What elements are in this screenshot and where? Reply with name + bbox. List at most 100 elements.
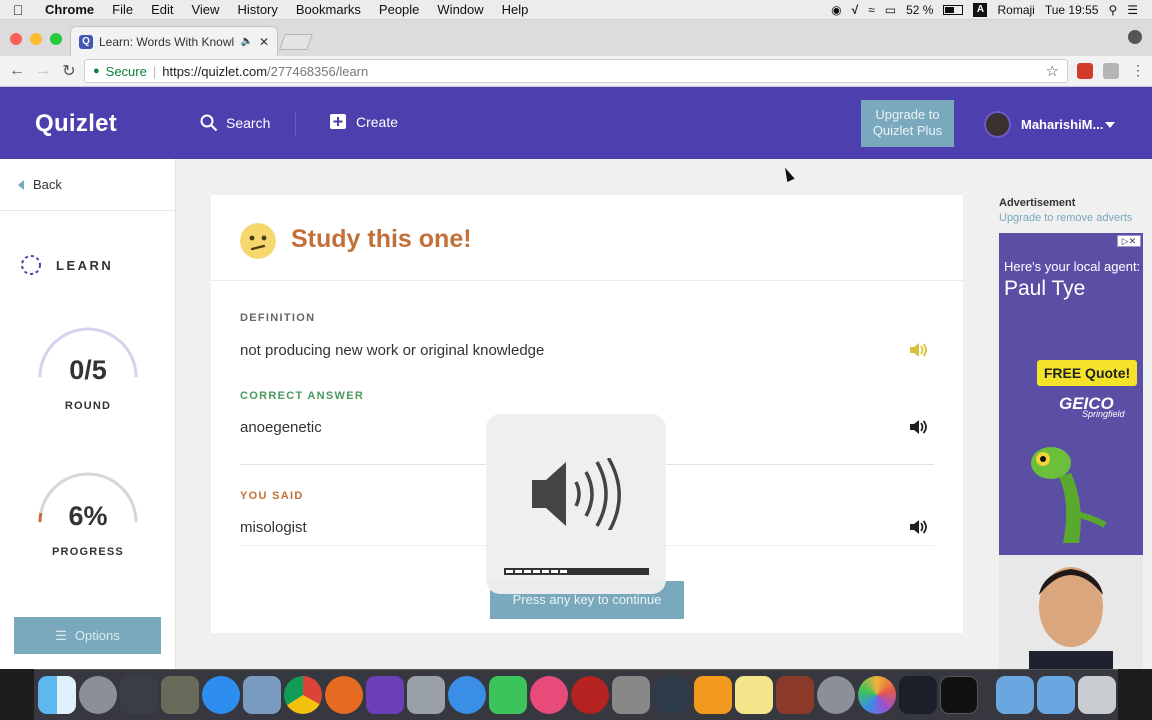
advertisement-banner[interactable]: ▷✕ Here's your local agent: Paul Tye FRE… bbox=[999, 233, 1143, 669]
correct-answer-speaker-icon[interactable] bbox=[908, 418, 928, 436]
username[interactable]: MaharishiM... bbox=[1021, 117, 1103, 132]
ibooks-icon[interactable] bbox=[694, 676, 732, 714]
facetime-icon[interactable] bbox=[489, 676, 527, 714]
tab-title: Learn: Words With Knowled bbox=[99, 34, 235, 49]
correct-answer-text: anoegenetic bbox=[240, 419, 322, 436]
chrome-icon[interactable] bbox=[284, 676, 322, 714]
input-source-label[interactable]: Romaji bbox=[997, 3, 1034, 17]
volume-hud bbox=[486, 414, 666, 594]
you-said-label: YOU SAID bbox=[240, 490, 304, 502]
xcode-tools-icon[interactable] bbox=[407, 676, 445, 714]
back-link[interactable]: Back bbox=[18, 177, 62, 192]
input-source-icon[interactable]: A bbox=[973, 2, 988, 17]
bookmark-star-icon[interactable]: ☆ bbox=[1046, 62, 1059, 80]
quizlet-favicon: Q bbox=[79, 34, 93, 49]
kindle-icon[interactable] bbox=[899, 676, 937, 714]
back-arrow-icon[interactable]: ← bbox=[4, 62, 30, 80]
ad-line-1: Here's your local agent: bbox=[1004, 259, 1141, 274]
user-avatar[interactable] bbox=[984, 111, 1011, 138]
gimp-icon[interactable] bbox=[161, 676, 199, 714]
upgrade-line-2: Quizlet Plus bbox=[872, 123, 943, 138]
gecko-image bbox=[1031, 447, 1107, 543]
ad-quote-button[interactable]: FREE Quote! bbox=[1037, 360, 1137, 386]
preview-icon[interactable] bbox=[243, 676, 281, 714]
ad-label: Advertisement bbox=[999, 197, 1076, 209]
clock[interactable]: Tue 19:55 bbox=[1045, 3, 1099, 17]
search-label: Search bbox=[226, 115, 271, 131]
menu-people[interactable]: People bbox=[370, 2, 428, 17]
terminal-icon[interactable] bbox=[940, 676, 978, 714]
spotlight-icon[interactable]: ⚲ bbox=[1108, 3, 1117, 17]
downloads-folder-icon[interactable] bbox=[1037, 676, 1075, 714]
search-icon bbox=[200, 114, 218, 132]
reload-icon[interactable]: ↻ bbox=[56, 61, 82, 81]
quizlet-logo[interactable]: Quizlet bbox=[35, 110, 117, 138]
imovie-icon[interactable] bbox=[366, 676, 404, 714]
you-said-text: misologist bbox=[240, 519, 307, 536]
launchpad-icon[interactable] bbox=[79, 676, 117, 714]
safari-icon[interactable] bbox=[448, 676, 486, 714]
menu-history[interactable]: History bbox=[228, 2, 286, 17]
battery-percent[interactable]: 52 % bbox=[906, 3, 933, 17]
apple-menu-icon[interactable]:  bbox=[0, 2, 36, 18]
search-nav[interactable]: Search bbox=[200, 114, 270, 132]
record-icon[interactable]: ◉ bbox=[831, 3, 841, 17]
extension-youtube-icon[interactable] bbox=[1077, 63, 1093, 79]
evernote-dock-icon[interactable] bbox=[571, 676, 609, 714]
chevron-down-icon[interactable] bbox=[1105, 122, 1115, 128]
display-icon[interactable]: ▭ bbox=[885, 3, 896, 17]
notification-center-icon[interactable]: ☰ bbox=[1127, 3, 1138, 17]
progress-value: 6% bbox=[68, 501, 108, 531]
speaker-volume-icon bbox=[532, 458, 621, 530]
evernote-icon[interactable]: √ bbox=[852, 3, 859, 17]
firefox-icon[interactable] bbox=[325, 676, 363, 714]
mission-control-icon[interactable] bbox=[120, 676, 158, 714]
you-said-speaker-icon[interactable] bbox=[908, 518, 928, 536]
battery-icon[interactable] bbox=[943, 4, 964, 15]
app-store-icon[interactable] bbox=[202, 676, 240, 714]
menu-app-name[interactable]: Chrome bbox=[36, 2, 103, 17]
chrome-menu-icon[interactable]: ⋮ bbox=[1131, 62, 1145, 79]
browser-tab-active[interactable]: Q Learn: Words With Knowled 🔈 ✕ bbox=[70, 26, 278, 56]
tab-audio-icon[interactable]: 🔈 bbox=[240, 36, 252, 47]
menu-window[interactable]: Window bbox=[428, 2, 492, 17]
menu-file[interactable]: File bbox=[103, 2, 142, 17]
upgrade-button[interactable]: Upgrade to Quizlet Plus bbox=[861, 100, 954, 147]
system-preferences-icon[interactable] bbox=[817, 676, 855, 714]
screenshot-icon[interactable] bbox=[612, 676, 650, 714]
ad-choices-icon[interactable]: ▷✕ bbox=[1117, 235, 1141, 247]
photo-booth-icon[interactable] bbox=[776, 676, 814, 714]
learn-mode-title: LEARN bbox=[20, 254, 113, 276]
create-nav[interactable]: Create bbox=[330, 114, 398, 130]
menu-view[interactable]: View bbox=[182, 2, 228, 17]
volume-segment bbox=[523, 570, 531, 573]
menu-edit[interactable]: Edit bbox=[142, 2, 182, 17]
close-window-button[interactable] bbox=[10, 33, 22, 45]
wifi-icon[interactable]: ≈ bbox=[868, 3, 875, 17]
sliders-icon: ☰ bbox=[55, 627, 67, 643]
trash-icon[interactable] bbox=[1078, 676, 1116, 714]
definition-speaker-icon[interactable] bbox=[908, 341, 928, 359]
options-button[interactable]: ☰ Options bbox=[14, 617, 161, 654]
secure-label: Secure bbox=[105, 63, 147, 79]
remove-ads-link[interactable]: Upgrade to remove adverts bbox=[999, 212, 1132, 224]
menu-help[interactable]: Help bbox=[493, 2, 538, 17]
photos-icon[interactable] bbox=[858, 676, 896, 714]
address-bar[interactable]: ● Secure | https://quizlet.com/277468356… bbox=[84, 59, 1068, 83]
finder-icon[interactable] bbox=[38, 676, 76, 714]
quicktime-icon[interactable] bbox=[653, 676, 691, 714]
itunes-icon[interactable] bbox=[530, 676, 568, 714]
zoom-window-button[interactable] bbox=[50, 33, 62, 45]
applications-folder-icon[interactable] bbox=[996, 676, 1034, 714]
notes-icon[interactable] bbox=[735, 676, 773, 714]
menu-bookmarks[interactable]: Bookmarks bbox=[287, 2, 370, 17]
forward-arrow-icon[interactable]: → bbox=[30, 62, 56, 80]
header-divider bbox=[295, 113, 296, 135]
back-chevron-icon bbox=[18, 179, 24, 190]
chrome-profile-icon[interactable] bbox=[1128, 30, 1142, 44]
volume-segment bbox=[559, 570, 567, 573]
new-tab-button[interactable] bbox=[279, 34, 313, 50]
tab-close-icon[interactable]: ✕ bbox=[259, 35, 269, 49]
minimize-window-button[interactable] bbox=[30, 33, 42, 45]
extension-grey-icon[interactable] bbox=[1103, 63, 1119, 79]
